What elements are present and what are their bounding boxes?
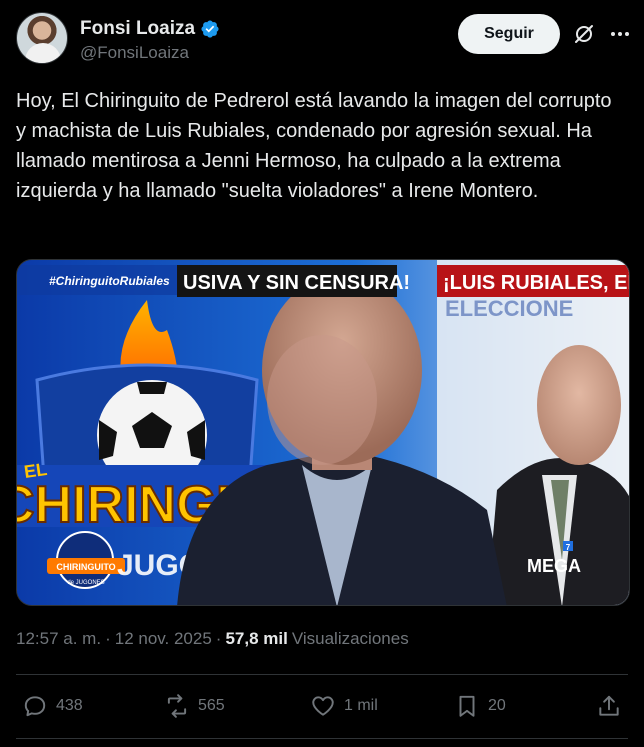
bookmark-button[interactable]: 20 (454, 686, 506, 726)
divider (16, 674, 628, 675)
verified-badge-icon (201, 20, 219, 38)
channel-mark: MEGA (527, 556, 581, 576)
action-bar: 438 565 1 mil 20 (16, 686, 628, 726)
background-word: ELECCIONE (445, 296, 573, 321)
media-hashtag: #ChiringuitoRubiales (49, 274, 170, 288)
author-name-row: Fonsi Loaiza (80, 18, 220, 40)
media-banner-right: ¡LUIS RUBIALES, EN (443, 272, 630, 294)
meta-separator: · (105, 629, 111, 648)
tweet-media[interactable]: ELECCIONE EL CHIRINGUITO CHIRINGUITO de … (16, 259, 630, 606)
bookmark-count: 20 (488, 697, 506, 714)
media-banner-left: USIVA Y SIN CENSURA! (183, 272, 410, 294)
reply-button[interactable]: 438 (22, 686, 83, 726)
like-count: 1 mil (344, 697, 378, 714)
author-display-name[interactable]: Fonsi Loaiza (80, 18, 195, 40)
repost-button[interactable]: 565 (164, 686, 225, 726)
meta-separator: · (215, 629, 222, 648)
more-options-icon[interactable] (608, 22, 632, 46)
reply-count: 438 (56, 697, 83, 714)
tweet-text: Hoy, El Chiringuito de Pedrerol está lav… (16, 90, 612, 202)
share-icon (599, 695, 619, 716)
repost-count: 565 (198, 697, 225, 714)
reply-icon (24, 696, 46, 717)
bookmark-icon (459, 695, 475, 717)
views-count: 57,8 mil (225, 629, 288, 648)
like-button[interactable]: 1 mil (310, 686, 378, 726)
follow-button[interactable]: Seguir (458, 14, 560, 54)
tweet-time[interactable]: 12:57 a. m. (16, 629, 101, 649)
channel-number: 7 (566, 543, 571, 552)
author-handle[interactable]: @FonsiLoaiza (80, 43, 189, 63)
tweet-header: Fonsi Loaiza @FonsiLoaiza Seguir (16, 12, 629, 68)
repost-icon (167, 694, 187, 718)
logo-small-bottom: de JUGONES (67, 580, 104, 586)
tweet-meta: 12:57 a. m. · 12 nov. 2025 · 57,8 mil Vi… (16, 629, 409, 649)
divider (16, 738, 628, 739)
tweet-date[interactable]: 12 nov. 2025 (115, 629, 212, 649)
media-image: ELECCIONE EL CHIRINGUITO CHIRINGUITO de … (17, 260, 630, 605)
heart-icon (312, 696, 334, 716)
avatar[interactable] (16, 12, 68, 64)
views-label: Visualizaciones (291, 629, 409, 648)
logo-small-top: CHIRINGUITO (56, 562, 115, 572)
share-button[interactable] (596, 686, 622, 726)
grok-icon[interactable] (572, 22, 596, 46)
